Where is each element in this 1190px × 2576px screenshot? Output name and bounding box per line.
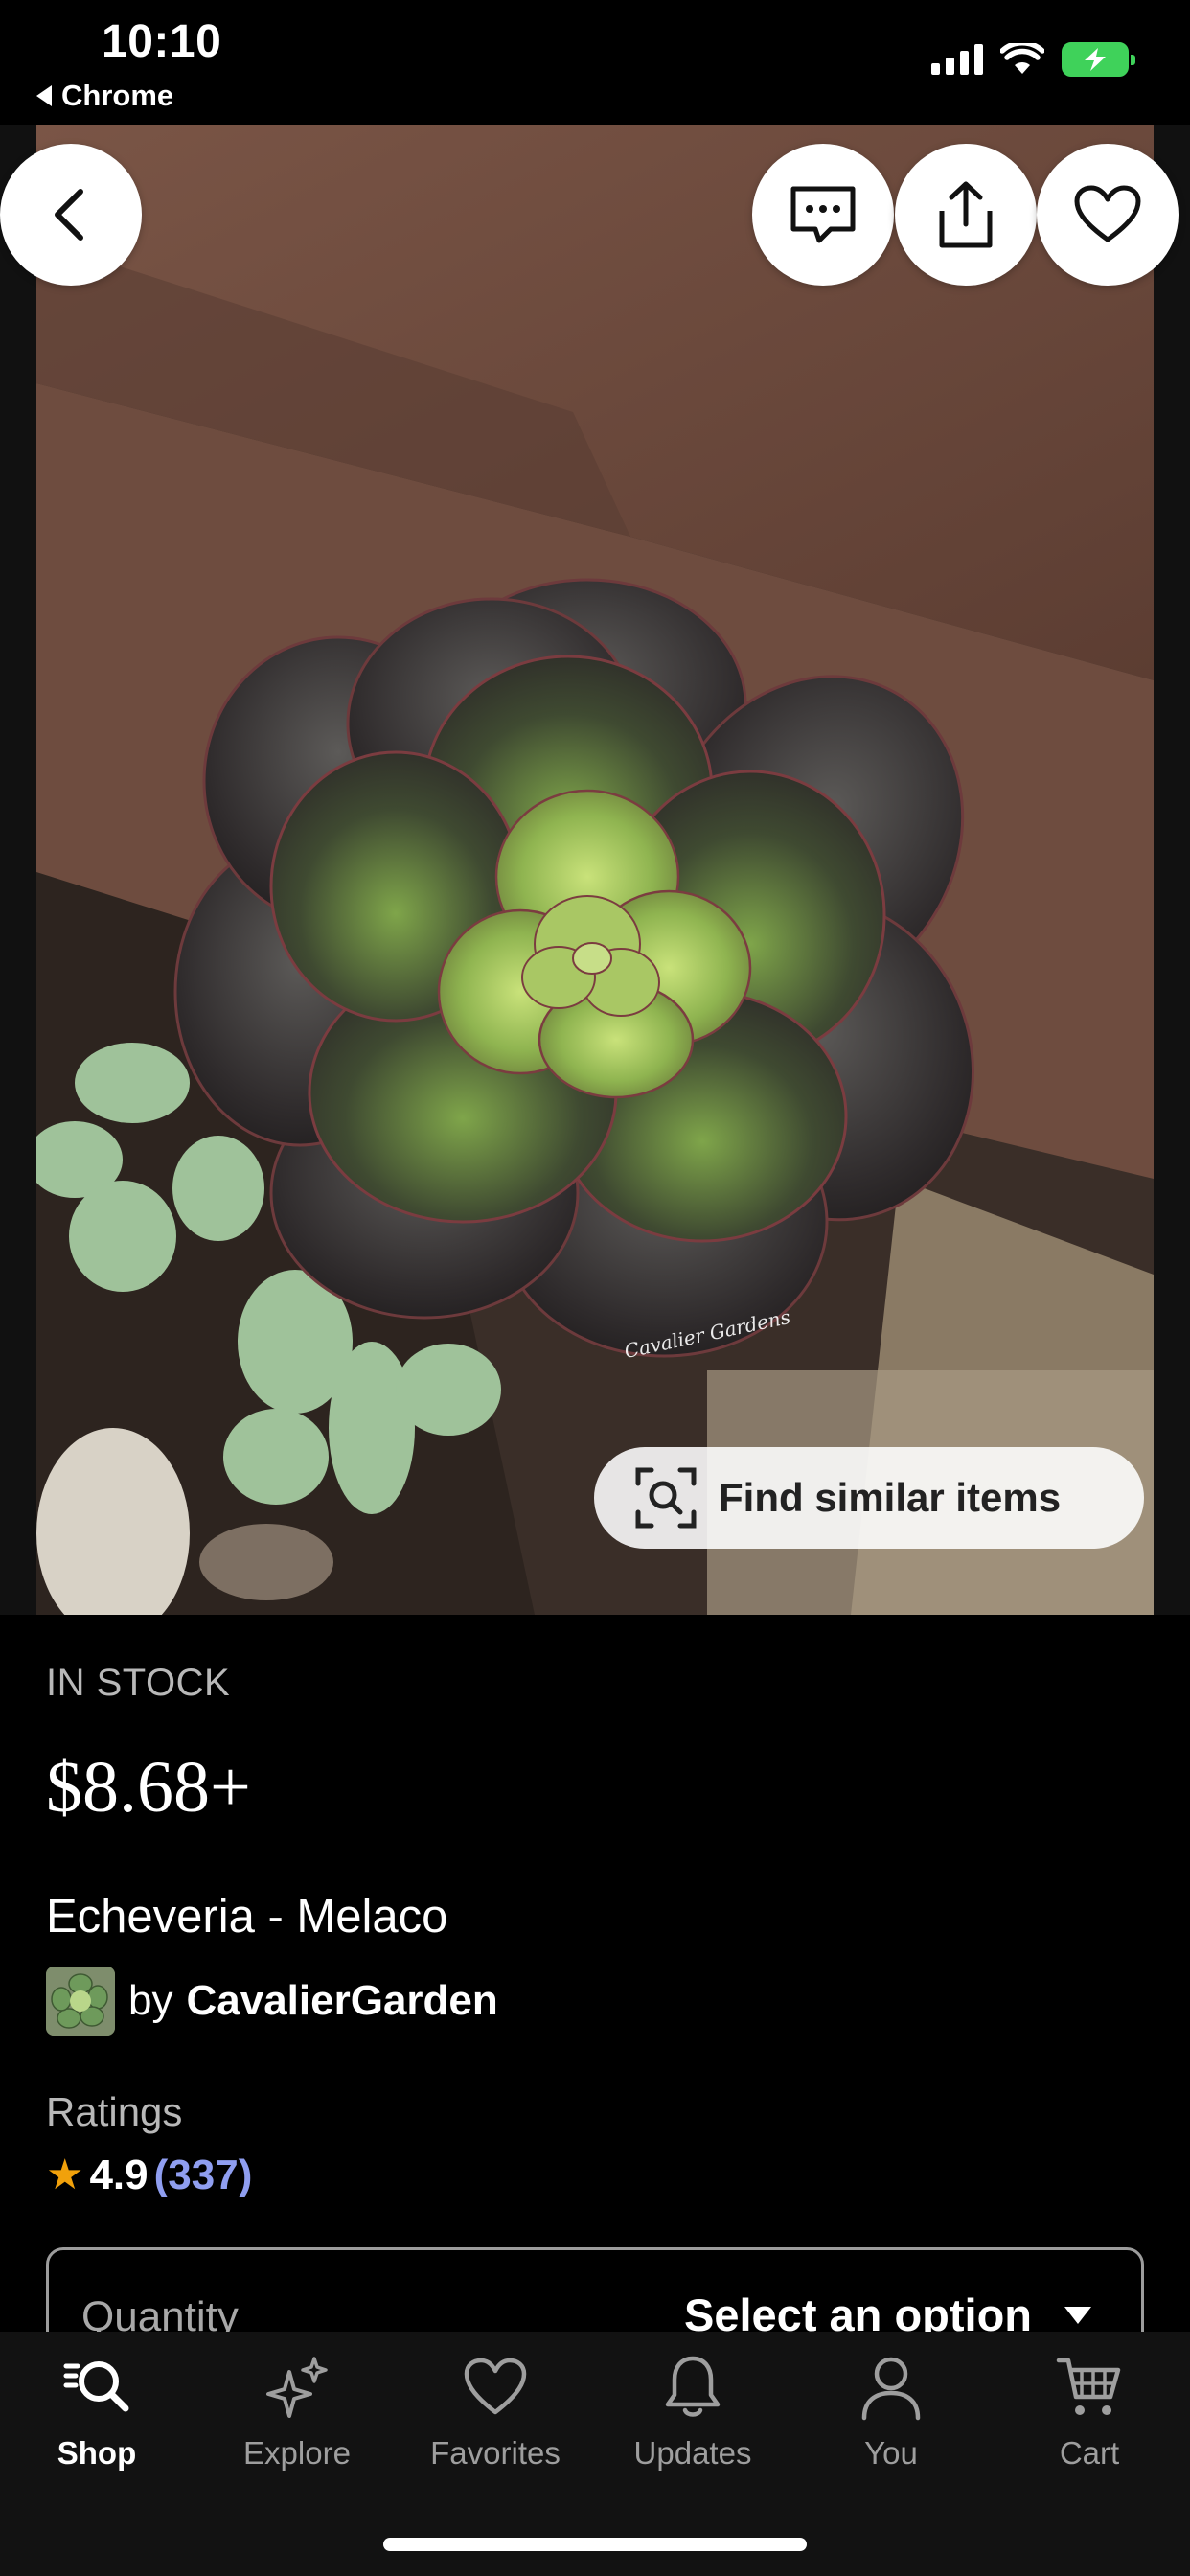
tab-explore[interactable]: Explore (201, 2353, 393, 2472)
share-icon (939, 181, 993, 248)
find-similar-button[interactable]: Find similar items (594, 1447, 1144, 1549)
ratings-label: Ratings (46, 2089, 183, 2134)
tab-label-favorites: Favorites (430, 2435, 561, 2471)
chevron-left-icon (55, 189, 83, 241)
message-icon (790, 186, 856, 243)
status-icons (931, 42, 1135, 77)
price: $8.68+ (46, 1747, 251, 1828)
chevron-down-icon (1064, 2306, 1091, 2324)
tab-favorites[interactable]: Favorites (400, 2353, 591, 2472)
status-bar: 10:10 Chrome (0, 0, 1190, 125)
rating-value: 4.9 (89, 2150, 149, 2198)
product-screen: 10:10 Chrome Cavalier Gardens Find simil… (0, 0, 1190, 2576)
tab-you[interactable]: You (795, 2353, 987, 2472)
message-seller-button[interactable] (752, 144, 894, 286)
tab-updates[interactable]: Updates (597, 2353, 789, 2472)
search-icon (63, 2361, 129, 2412)
tab-label-cart: Cart (1059, 2435, 1120, 2471)
back-to-app-link[interactable]: Chrome (36, 79, 173, 113)
shop-name[interactable]: CavalierGarden (186, 1977, 497, 2025)
product-photo: Cavalier Gardens (36, 125, 1154, 1615)
heart-icon (464, 2358, 527, 2415)
cellular-signal-icon (931, 44, 983, 75)
tab-cart[interactable]: Cart (994, 2353, 1185, 2472)
battery-charging-icon (1062, 42, 1135, 77)
product-image-carousel[interactable]: Cavalier Gardens (0, 125, 1190, 1615)
shop-avatar (46, 1966, 115, 2036)
tab-label-explore: Explore (243, 2435, 351, 2471)
bell-icon (665, 2356, 721, 2417)
tab-label-shop: Shop (57, 2435, 137, 2471)
back-app-label: Chrome (61, 79, 174, 112)
shop-by-label: by (128, 1977, 173, 2024)
ratings-summary[interactable]: ★ 4.9 (337) (46, 2150, 252, 2199)
sparkles-icon (266, 2357, 328, 2418)
find-similar-label: Find similar items (719, 1475, 1062, 1520)
person-icon (861, 2357, 921, 2421)
back-button[interactable] (0, 144, 142, 286)
favorite-button[interactable] (1037, 144, 1179, 286)
rating-count[interactable]: (337) (154, 2151, 253, 2199)
star-icon: ★ (46, 2151, 84, 2198)
shop-link[interactable]: by CavalierGarden (46, 1966, 498, 2036)
tab-shop[interactable]: Shop (1, 2353, 193, 2472)
tab-label-updates: Updates (633, 2435, 752, 2471)
listing-title: Echeveria - Melaco (46, 1891, 448, 1943)
visual-search-icon (635, 1467, 697, 1529)
wifi-icon (1000, 43, 1044, 74)
tab-label-you: You (864, 2435, 918, 2471)
stock-status: IN STOCK (46, 1662, 231, 1704)
back-triangle-icon (36, 85, 52, 106)
heart-icon (1074, 185, 1141, 242)
home-indicator[interactable] (383, 2538, 807, 2551)
status-time: 10:10 (102, 16, 222, 67)
share-button[interactable] (895, 144, 1037, 286)
cart-icon (1056, 2358, 1121, 2415)
